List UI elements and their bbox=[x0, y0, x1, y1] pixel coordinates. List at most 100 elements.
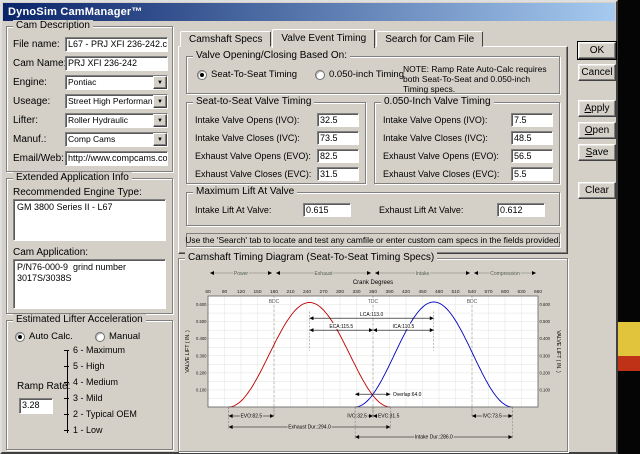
ramp-scale-item: 6 - Maximum bbox=[64, 345, 125, 355]
ivo-seat-input[interactable]: 32.5 bbox=[317, 113, 359, 127]
lifter-acceleration-group: Estimated Lifter Acceleration Auto Calc.… bbox=[6, 314, 173, 450]
evo-seat-input[interactable]: 82.5 bbox=[317, 149, 359, 163]
evc-050-label: Exhaust Valve Closes (EVC): bbox=[383, 169, 500, 179]
svg-text:0.400: 0.400 bbox=[196, 336, 207, 341]
useage-label: Useage: bbox=[13, 96, 51, 107]
fifty-thou-radio[interactable]: 0.050-inch Timing bbox=[315, 69, 404, 80]
svg-text:Exhaust Dur.:294.0: Exhaust Dur.:294.0 bbox=[288, 425, 331, 431]
svg-text:390: 390 bbox=[385, 289, 393, 295]
manufacturer-select[interactable]: Comp Cams ▼ bbox=[65, 132, 168, 147]
svg-text:LCA:113.0: LCA:113.0 bbox=[360, 312, 383, 318]
manufacturer-label: Manuf.: bbox=[13, 134, 47, 145]
svg-text:IVO:32.5: IVO:32.5 bbox=[347, 414, 367, 420]
chevron-down-icon[interactable]: ▼ bbox=[153, 114, 167, 127]
svg-text:BDC: BDC bbox=[269, 299, 280, 305]
tab-camshaft-specs[interactable]: Camshaft Specs bbox=[180, 31, 272, 47]
save-button[interactable]: Save bbox=[578, 144, 616, 161]
svg-text:240: 240 bbox=[303, 289, 311, 295]
apply-button[interactable]: Apply bbox=[578, 100, 616, 117]
desktop-fragment bbox=[618, 322, 640, 356]
svg-text:0.100: 0.100 bbox=[196, 387, 207, 392]
ivc-seat-input[interactable]: 73.5 bbox=[317, 131, 359, 145]
timing-diagram-group: Camshaft Timing Diagram (Seat-To-Seat Ti… bbox=[178, 252, 568, 452]
ok-button[interactable]: OK bbox=[577, 41, 617, 60]
svg-text:60: 60 bbox=[205, 289, 211, 295]
ramp-scale-item: 5 - High bbox=[64, 361, 105, 371]
useage-select[interactable]: Street High Performance ▼ bbox=[65, 94, 168, 109]
svg-text:0.300: 0.300 bbox=[196, 353, 207, 358]
svg-text:0.200: 0.200 bbox=[196, 370, 207, 375]
engine-type-label: Recommended Engine Type: bbox=[13, 187, 142, 198]
svg-text:Crank Degrees: Crank Degrees bbox=[353, 280, 393, 286]
ivo-050-input[interactable]: 7.5 bbox=[511, 113, 553, 127]
ramp-rate-label: Ramp Rate: bbox=[17, 381, 71, 392]
svg-text:210: 210 bbox=[286, 289, 294, 295]
ramp-rate-note: NOTE: Ramp Rate Auto-Calc requires both … bbox=[403, 64, 547, 95]
svg-text:ECA:115.5: ECA:115.5 bbox=[329, 324, 353, 330]
svg-text:300: 300 bbox=[336, 289, 344, 295]
svg-text:Overlap:64.0: Overlap:64.0 bbox=[393, 392, 422, 398]
svg-text:0.500: 0.500 bbox=[196, 319, 207, 324]
auto-calc-radio[interactable]: Auto Calc. bbox=[15, 331, 73, 342]
cam-application-textarea[interactable]: P/N76-000-9 grind number 3017S/3038S bbox=[13, 259, 166, 309]
open-button[interactable]: Open bbox=[578, 122, 616, 139]
tab-valve-event-timing[interactable]: Valve Event Timing bbox=[272, 29, 376, 48]
chevron-down-icon[interactable]: ▼ bbox=[153, 76, 167, 89]
manual-radio[interactable]: Manual bbox=[95, 331, 140, 342]
cam-application-label: Cam Application: bbox=[13, 247, 89, 258]
ramp-rate-value[interactable]: 3.28 bbox=[19, 398, 53, 414]
svg-text:450: 450 bbox=[418, 289, 426, 295]
cam-name-input[interactable]: PRJ XFI 236-242 bbox=[65, 56, 168, 71]
email-web-input[interactable]: http://www.compcams.com bbox=[65, 151, 168, 166]
radio-icon bbox=[197, 69, 207, 80]
evc-seat-input[interactable]: 31.5 bbox=[317, 167, 359, 181]
group-title: Valve Opening/Closing Based On: bbox=[193, 50, 351, 61]
svg-text:660: 660 bbox=[534, 289, 542, 295]
ivc-050-input[interactable]: 48.5 bbox=[511, 131, 553, 145]
svg-text:EVC:31.5: EVC:31.5 bbox=[378, 414, 400, 420]
svg-text:0.100: 0.100 bbox=[540, 387, 551, 392]
ivc-050-label: Intake Valve Closes (IVC): bbox=[383, 133, 488, 143]
group-title: Estimated Lifter Acceleration bbox=[13, 314, 146, 325]
exhaust-lift-label: Exhaust Lift At Valve: bbox=[379, 205, 464, 215]
tab-strip: Camshaft Specs Valve Event Timing Search… bbox=[180, 29, 484, 48]
extended-info-group: Extended Application Info Recommended En… bbox=[6, 172, 173, 314]
svg-text:0.500: 0.500 bbox=[540, 319, 551, 324]
chevron-down-icon[interactable]: ▼ bbox=[153, 133, 167, 146]
evc-050-input[interactable]: 5.5 bbox=[511, 167, 553, 181]
evo-050-input[interactable]: 56.5 bbox=[511, 149, 553, 163]
seat-to-seat-radio[interactable]: Seat-To-Seat Timing bbox=[197, 69, 297, 80]
ivc-seat-label: Intake Valve Closes (IVC): bbox=[195, 133, 300, 143]
evo-seat-label: Exhaust Valve Opens (EVO): bbox=[195, 151, 311, 161]
engine-select[interactable]: Pontiac ▼ bbox=[65, 75, 168, 90]
svg-text:Exhaust: Exhaust bbox=[314, 271, 333, 277]
radio-icon bbox=[15, 331, 25, 342]
group-title: Extended Application Info bbox=[13, 172, 132, 183]
file-name-input[interactable]: L67 - PRJ XFI 236-242.cam bbox=[65, 37, 168, 52]
intake-lift-input[interactable]: 0.615 bbox=[303, 203, 351, 217]
intake-lift-label: Intake Lift At Valve: bbox=[195, 205, 272, 215]
svg-text:0.600: 0.600 bbox=[540, 302, 551, 307]
svg-text:330: 330 bbox=[352, 289, 360, 295]
svg-text:120: 120 bbox=[237, 289, 245, 295]
tab-search-cam-file[interactable]: Search for Cam File bbox=[376, 31, 484, 47]
engine-type-textarea[interactable]: GM 3800 Series II - L67 bbox=[13, 199, 166, 241]
fifty-timing-group: 0.050-Inch Valve Timing Intake Valve Ope… bbox=[374, 96, 560, 184]
svg-text:150: 150 bbox=[253, 289, 261, 295]
title-bar[interactable]: DynoSim CamManager™ bbox=[3, 3, 615, 21]
based-on-group: Valve Opening/Closing Based On: Seat-To-… bbox=[186, 50, 560, 95]
svg-text:Intake: Intake bbox=[416, 271, 430, 277]
exhaust-lift-input[interactable]: 0.612 bbox=[497, 203, 545, 217]
email-web-label: Email/Web: bbox=[13, 153, 64, 164]
ivo-seat-label: Intake Valve Opens (IVO): bbox=[195, 115, 300, 125]
cancel-button[interactable]: Cancel bbox=[578, 64, 616, 81]
desktop-background bbox=[618, 0, 640, 454]
file-name-label: File name: bbox=[13, 39, 60, 50]
ramp-scale-item: 3 - Mild bbox=[64, 393, 103, 403]
cam-name-label: Cam Name: bbox=[13, 58, 67, 69]
svg-text:540: 540 bbox=[468, 289, 476, 295]
clear-button[interactable]: Clear bbox=[578, 182, 616, 199]
lifter-select[interactable]: Roller Hydraulic ▼ bbox=[65, 113, 168, 128]
chevron-down-icon[interactable]: ▼ bbox=[153, 95, 167, 108]
svg-text:510: 510 bbox=[451, 289, 459, 295]
